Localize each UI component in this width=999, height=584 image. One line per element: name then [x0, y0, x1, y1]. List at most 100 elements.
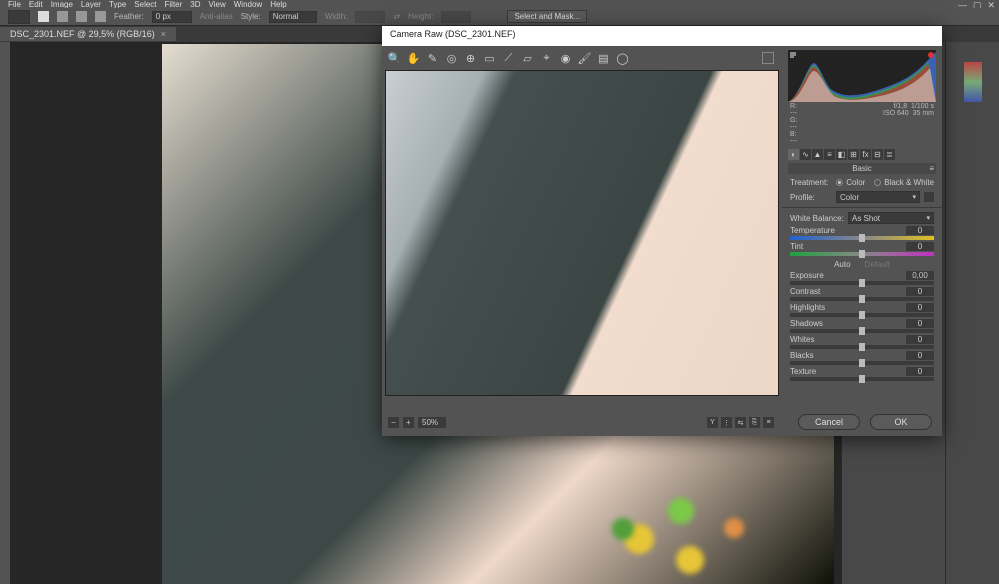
- whites-value[interactable]: 0: [906, 335, 934, 344]
- tab-hsl-icon[interactable]: ≡: [824, 149, 835, 160]
- height-input: [441, 11, 471, 23]
- straighten-tool-icon[interactable]: ⟋: [502, 52, 515, 65]
- cr-toolbar: 🔍 ✋ ✎ ◎ ⊕ ▭ ⟋ ▱ ⌖ ◉ 🖌 ▤ ◯: [388, 52, 629, 65]
- focal-value: 35 mm: [913, 110, 934, 117]
- redeye-tool-icon[interactable]: ◉: [559, 52, 572, 65]
- treatment-color-radio[interactable]: [836, 179, 843, 186]
- target-adjust-icon[interactable]: ⊕: [464, 52, 477, 65]
- exposure-value[interactable]: 0,00: [906, 271, 934, 280]
- panel-heading: Basic ≡: [788, 163, 936, 174]
- treatment-bw-label[interactable]: Black & White: [884, 178, 934, 187]
- tab-presets-icon[interactable]: ≣: [884, 149, 895, 160]
- before-after-mode-icon[interactable]: ⋮: [721, 417, 732, 428]
- auto-button[interactable]: Auto: [834, 260, 850, 269]
- marquee-add-icon[interactable]: [57, 11, 68, 22]
- blacks-value[interactable]: 0: [906, 351, 934, 360]
- zoom-level-select[interactable]: 50%: [418, 417, 446, 428]
- shadow-clip-icon[interactable]: [790, 52, 796, 58]
- crop-tool-icon[interactable]: ▭: [483, 52, 496, 65]
- highlights-value[interactable]: 0: [906, 303, 934, 312]
- bokeh-light: [676, 546, 704, 574]
- tab-detail-icon[interactable]: ▲: [812, 149, 823, 160]
- iso-value: ISO 640: [883, 110, 909, 117]
- tool-preset-select[interactable]: [8, 10, 30, 24]
- exposure-slider[interactable]: [790, 281, 934, 285]
- dialog-title: Camera Raw (DSC_2301.NEF): [382, 26, 942, 46]
- marquee-intersect-icon[interactable]: [95, 11, 106, 22]
- copy-settings-icon[interactable]: ⎘: [749, 417, 760, 428]
- swatches-thumb[interactable]: [964, 62, 982, 102]
- temperature-value[interactable]: 0: [906, 226, 934, 235]
- tab-fx-icon[interactable]: fx: [860, 149, 871, 160]
- document-tab-label: DSC_2301.NEF @ 29,5% (RGB/16): [10, 29, 155, 39]
- temperature-slider[interactable]: [790, 236, 934, 240]
- ok-button[interactable]: OK: [870, 414, 932, 430]
- adjustment-brush-icon[interactable]: 🖌: [578, 52, 591, 65]
- transform-tool-icon[interactable]: ▱: [521, 52, 534, 65]
- contrast-label: Contrast: [790, 287, 820, 296]
- treatment-bw-radio[interactable]: [874, 179, 881, 186]
- tab-curve-icon[interactable]: ∿: [800, 149, 811, 160]
- contrast-value[interactable]: 0: [906, 287, 934, 296]
- panel-menu-icon[interactable]: ≡: [929, 164, 934, 173]
- contrast-slider[interactable]: [790, 297, 934, 301]
- highlight-clip-icon[interactable]: [928, 52, 934, 58]
- texture-value[interactable]: 0: [906, 367, 934, 376]
- zoom-in-button[interactable]: +: [403, 417, 414, 428]
- swap-before-after-icon[interactable]: ⇆: [735, 417, 746, 428]
- menubar: File Edit Image Layer Type Select Filter…: [0, 0, 999, 8]
- spot-removal-icon[interactable]: ⌖: [540, 52, 553, 65]
- b-value: ---: [790, 138, 797, 145]
- hand-tool-icon[interactable]: ✋: [407, 52, 420, 65]
- fstop-value: f/1,8: [894, 103, 908, 110]
- texture-label: Texture: [790, 367, 816, 376]
- treatment-color-label[interactable]: Color: [846, 178, 865, 187]
- feather-input[interactable]: 0 px: [152, 11, 192, 23]
- profile-select[interactable]: Color: [836, 191, 920, 203]
- highlights-label: Highlights: [790, 303, 825, 312]
- profile-label: Profile:: [790, 193, 836, 202]
- texture-slider[interactable]: [790, 377, 934, 381]
- white-balance-tool-icon[interactable]: ✎: [426, 52, 439, 65]
- whites-slider[interactable]: [790, 345, 934, 349]
- toggle-settings-icon[interactable]: ≡: [763, 417, 774, 428]
- before-after-button[interactable]: Y: [707, 417, 718, 428]
- cr-preview-image[interactable]: [385, 70, 779, 396]
- color-sampler-icon[interactable]: ◎: [445, 52, 458, 65]
- width-input: [355, 11, 385, 23]
- tab-calibrate-icon[interactable]: ⊟: [872, 149, 883, 160]
- cancel-button[interactable]: Cancel: [798, 414, 860, 430]
- style-select[interactable]: Normal: [269, 11, 317, 23]
- highlights-slider[interactable]: [790, 313, 934, 317]
- document-tab[interactable]: DSC_2301.NEF @ 29,5% (RGB/16) ×: [0, 27, 176, 41]
- graduated-filter-icon[interactable]: ▤: [597, 52, 610, 65]
- shadows-value[interactable]: 0: [906, 319, 934, 328]
- marquee-subtract-icon[interactable]: [76, 11, 87, 22]
- tint-value[interactable]: 0: [906, 242, 934, 251]
- blacks-slider[interactable]: [790, 361, 934, 365]
- right-dock: [945, 42, 999, 584]
- select-and-mask-button[interactable]: Select and Mask...: [507, 10, 587, 23]
- zoom-tool-icon[interactable]: 🔍: [388, 52, 401, 65]
- shadows-slider[interactable]: [790, 329, 934, 333]
- tint-label: Tint: [790, 242, 803, 251]
- style-label: Style:: [241, 12, 261, 21]
- blacks-label: Blacks: [790, 351, 814, 360]
- wb-select[interactable]: As Shot: [848, 212, 934, 224]
- histogram[interactable]: [788, 50, 936, 102]
- tab-lens-icon[interactable]: ⊞: [848, 149, 859, 160]
- marquee-new-icon[interactable]: [38, 11, 49, 22]
- feather-label: Feather:: [114, 12, 144, 21]
- width-label: Width:: [325, 12, 348, 21]
- close-tab-icon[interactable]: ×: [161, 29, 166, 39]
- tint-slider[interactable]: [790, 252, 934, 256]
- options-bar: Feather: 0 px Anti-alias Style: Normal W…: [0, 8, 999, 26]
- g-label: G:: [790, 117, 797, 124]
- left-toolbar[interactable]: [0, 42, 10, 584]
- zoom-out-button[interactable]: −: [388, 417, 399, 428]
- profile-browser-icon[interactable]: [924, 192, 934, 202]
- radial-filter-icon[interactable]: ◯: [616, 52, 629, 65]
- tab-split-icon[interactable]: ◧: [836, 149, 847, 160]
- toggle-fullscreen-icon[interactable]: [762, 52, 774, 64]
- tab-basic-icon[interactable]: ◐: [788, 149, 799, 160]
